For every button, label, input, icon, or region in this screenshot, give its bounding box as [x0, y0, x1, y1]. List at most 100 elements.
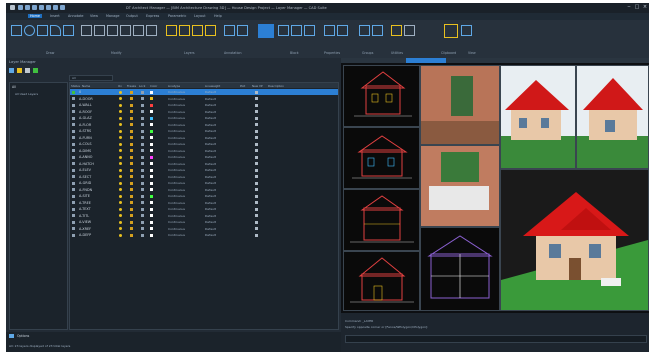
rotate-icon[interactable] — [94, 25, 105, 36]
match-properties-icon[interactable] — [324, 25, 335, 36]
layer-freeze-icon[interactable] — [130, 123, 133, 126]
layer-isolate-icon[interactable] — [192, 25, 203, 36]
layer-linetype[interactable]: Continuous — [168, 90, 185, 94]
layer-on-icon[interactable] — [119, 129, 122, 133]
layer-freeze-icon[interactable] — [130, 155, 133, 159]
col-linetype[interactable]: Linetype — [168, 84, 180, 88]
layer-name[interactable]: A-SECT — [79, 175, 91, 179]
layer-linetype[interactable]: Continuous — [168, 136, 185, 140]
layer-name[interactable]: A-GLAZ — [79, 116, 92, 120]
layer-freeze-icon[interactable] — [130, 207, 133, 211]
tree-all-used[interactable]: All Used Layers — [15, 92, 38, 96]
layer-lock-icon[interactable] — [141, 220, 144, 224]
polyline-icon[interactable] — [37, 25, 48, 36]
layer-color-swatch[interactable] — [150, 97, 153, 100]
paste-icon[interactable] — [444, 24, 458, 38]
edit-block-icon[interactable] — [291, 25, 302, 36]
col-status[interactable]: Status — [71, 84, 80, 88]
close-icon[interactable]: × — [642, 5, 648, 10]
layer-on-icon[interactable] — [119, 90, 122, 94]
layer-row[interactable]: A-FNDN Continuous Default — [70, 187, 338, 193]
layer-lineweight[interactable]: Default — [205, 110, 216, 114]
layer-on-icon[interactable] — [119, 97, 122, 100]
list-icon[interactable] — [337, 25, 348, 36]
viewport-elevation-2[interactable] — [343, 127, 420, 189]
circle-icon[interactable] — [24, 25, 35, 36]
col-color[interactable]: Color — [150, 84, 157, 88]
tab-insert[interactable]: Insert — [50, 14, 60, 18]
layer-lineweight[interactable]: Default — [205, 227, 216, 231]
trim-icon[interactable] — [120, 25, 131, 36]
layer-linetype[interactable]: Continuous — [168, 214, 185, 218]
layer-plot-icon[interactable] — [255, 155, 258, 159]
tab-annotate[interactable]: Annotate — [68, 14, 84, 18]
layer-plot-icon[interactable] — [255, 123, 258, 126]
layer-color-swatch[interactable] — [150, 123, 153, 126]
layer-lock-icon[interactable] — [141, 116, 144, 120]
tab-layout[interactable]: Layout — [194, 14, 206, 18]
layer-linetype[interactable]: Continuous — [168, 194, 185, 198]
layer-properties-icon[interactable] — [166, 25, 177, 36]
layer-freeze-icon[interactable] — [130, 129, 133, 133]
layer-plot-icon[interactable] — [255, 175, 258, 178]
layer-linetype[interactable]: Continuous — [168, 201, 185, 205]
layer-lineweight[interactable]: Default — [205, 142, 216, 146]
layer-freeze-icon[interactable] — [130, 188, 133, 191]
layer-linetype[interactable]: Continuous — [168, 116, 185, 120]
delete-layer-icon[interactable] — [25, 68, 30, 73]
layer-lineweight[interactable]: Default — [205, 149, 216, 153]
layer-lineweight[interactable]: Default — [205, 123, 216, 127]
viewport-3d-2[interactable] — [576, 65, 649, 169]
layer-on-icon[interactable] — [119, 162, 122, 165]
layer-color-swatch[interactable] — [150, 175, 153, 178]
tab-parametric[interactable]: Parametric — [168, 14, 186, 18]
options-label[interactable]: Options — [17, 334, 29, 338]
layer-plot-icon[interactable] — [255, 207, 258, 211]
layer-freeze-icon[interactable] — [130, 181, 133, 185]
layer-on-icon[interactable] — [119, 136, 122, 139]
layer-lock-icon[interactable] — [141, 155, 144, 159]
layer-color-swatch[interactable] — [150, 207, 153, 211]
layer-on-icon[interactable] — [119, 181, 122, 185]
layer-lock-icon[interactable] — [141, 168, 144, 172]
layer-linetype[interactable]: Continuous — [168, 168, 185, 172]
layer-on-icon[interactable] — [119, 233, 122, 237]
layer-plot-icon[interactable] — [255, 233, 258, 237]
layer-freeze-icon[interactable] — [130, 175, 133, 178]
layer-row[interactable]: A-SITE Continuous Default — [70, 193, 338, 199]
layer-lineweight[interactable]: Default — [205, 220, 216, 224]
layer-color-swatch[interactable] — [150, 201, 153, 204]
col-plot[interactable]: Plot — [240, 84, 245, 88]
layer-row[interactable]: A-STRS Continuous Default — [70, 128, 338, 134]
layer-name[interactable]: A-VIEW — [79, 220, 91, 224]
col-on[interactable]: On — [118, 84, 122, 88]
layer-name[interactable]: A-TREE — [79, 201, 91, 205]
tree-root[interactable]: All — [12, 85, 16, 89]
layer-name[interactable]: A-DIMS — [79, 149, 91, 153]
layer-linetype[interactable]: Continuous — [168, 110, 185, 114]
layer-name[interactable]: A-GRID — [79, 181, 91, 185]
viewport-detail-1[interactable] — [420, 65, 500, 145]
layer-freeze-icon[interactable] — [130, 116, 133, 120]
layer-linetype[interactable]: Continuous — [168, 162, 185, 166]
layer-plot-icon[interactable] — [255, 220, 258, 224]
layer-filter-search[interactable]: All — [69, 75, 113, 81]
layer-lineweight[interactable]: Default — [205, 214, 216, 218]
layer-on-icon[interactable] — [119, 116, 122, 120]
layer-linetype[interactable]: Continuous — [168, 142, 185, 146]
tab-output[interactable]: Output — [126, 14, 138, 18]
layer-on-icon[interactable] — [119, 103, 122, 107]
line-icon[interactable] — [11, 25, 22, 36]
command-input[interactable] — [345, 335, 647, 343]
layer-name[interactable]: A-TEXT — [79, 207, 91, 211]
layer-on-icon[interactable] — [119, 142, 122, 146]
layer-color-swatch[interactable] — [150, 214, 153, 217]
layer-plot-icon[interactable] — [255, 149, 258, 152]
layer-color-swatch[interactable] — [150, 233, 153, 237]
layer-lineweight[interactable]: Default — [205, 155, 216, 159]
layer-lock-icon[interactable] — [141, 149, 144, 152]
layer-lock-icon[interactable] — [141, 162, 144, 165]
layer-plot-icon[interactable] — [255, 116, 258, 120]
layer-on-icon[interactable] — [119, 149, 122, 152]
tab-help[interactable]: Help — [214, 14, 222, 18]
